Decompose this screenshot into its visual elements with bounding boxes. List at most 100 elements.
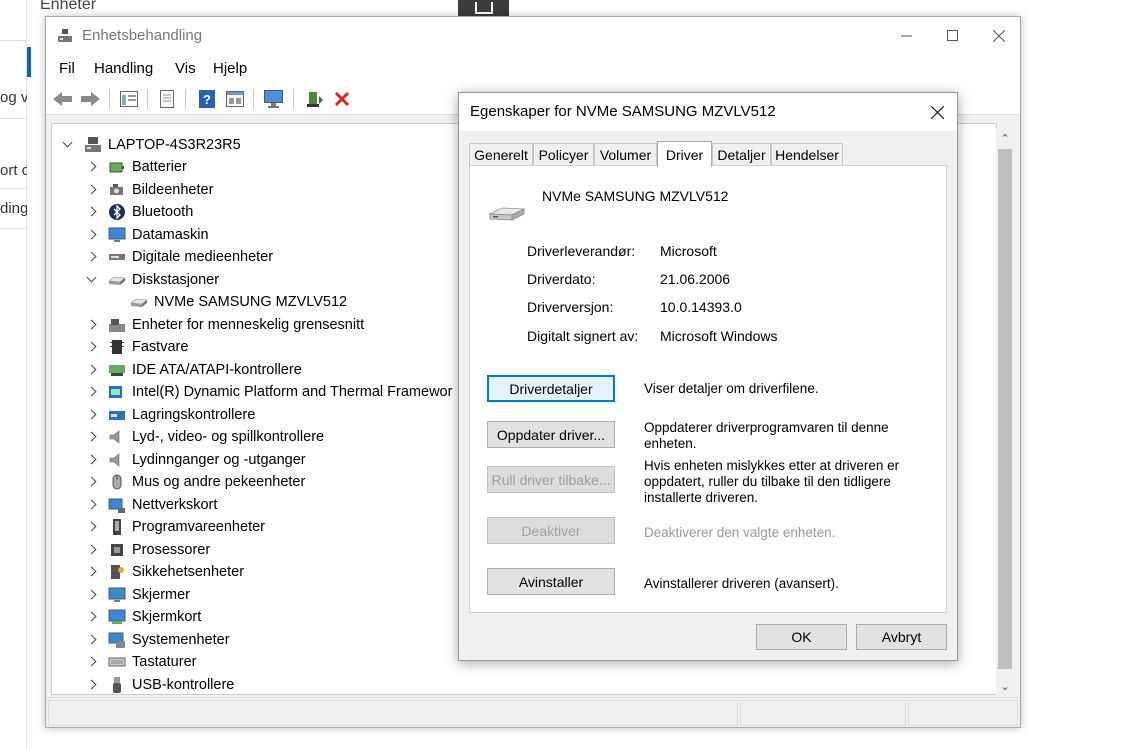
properties-button[interactable] — [156, 89, 178, 109]
disk-drive-icon — [108, 276, 126, 285]
tab-details[interactable]: Detaljer — [712, 143, 771, 166]
scroll-up-icon[interactable]: ⌃ — [996, 129, 1014, 147]
chevron-right-icon[interactable] — [86, 656, 98, 668]
tree-category-item[interactable]: Intel(R) Dynamic Platform and Thermal Fr… — [86, 381, 452, 403]
tree-category-item[interactable]: Skjermer — [86, 584, 190, 606]
background-app-icon[interactable] — [458, 0, 509, 16]
background-text-fragment: ding — [0, 200, 27, 217]
tree-category-item[interactable]: Lyd-, video- og spillkontrollere — [86, 426, 324, 448]
chevron-right-icon[interactable] — [86, 431, 98, 443]
chevron-right-icon[interactable] — [86, 251, 98, 263]
chevron-down-icon[interactable] — [86, 274, 98, 286]
chevron-right-icon[interactable] — [86, 161, 98, 173]
minimize-button[interactable] — [884, 17, 930, 55]
dialog-close-button[interactable] — [917, 93, 957, 131]
scrollbar-thumb[interactable] — [998, 149, 1012, 669]
chevron-right-icon[interactable] — [86, 454, 98, 466]
tree-category-item[interactable]: Bildeenheter — [86, 179, 213, 201]
forward-button[interactable] — [79, 89, 101, 109]
tab-policies[interactable]: Policyer — [533, 143, 594, 166]
chevron-right-icon[interactable] — [86, 476, 98, 488]
tree-category-item[interactable]: Mus og andre pekeenheter — [86, 471, 305, 493]
tree-category-item[interactable]: Datamaskin — [86, 224, 209, 246]
chevron-right-icon[interactable] — [86, 386, 98, 398]
media-device-icon — [109, 254, 125, 260]
roll-back-driver-button[interactable]: Rull driver tilbake... — [487, 466, 615, 493]
chevron-right-icon[interactable] — [86, 611, 98, 623]
chevron-right-icon[interactable] — [86, 544, 98, 556]
menu-help[interactable]: Hjelp — [213, 60, 247, 77]
tree-root[interactable]: LAPTOP-4S3R23R5 — [62, 134, 241, 156]
tree-category-item[interactable]: Batterier — [86, 156, 187, 178]
tree-category-item[interactable]: Skjermkort — [86, 606, 201, 628]
chevron-right-icon[interactable] — [86, 364, 98, 376]
chevron-right-icon[interactable] — [86, 566, 98, 578]
tree-item-label: Bildeenheter — [132, 181, 214, 198]
camera-icon — [110, 183, 123, 195]
chevron-right-icon[interactable] — [86, 634, 98, 646]
tree-scrollbar[interactable]: ⌃ ⌄ — [996, 129, 1014, 695]
tree-category-item[interactable]: Enheter for menneskelig grensesnitt — [86, 314, 364, 336]
cancel-button[interactable]: Avbryt — [856, 624, 947, 650]
show-hide-tree-button[interactable] — [118, 89, 140, 109]
tree-category-item[interactable]: Prosessorer — [86, 539, 210, 561]
dialog-title-bar[interactable]: Egenskaper for NVMe SAMSUNG MZVLV512 — [459, 93, 957, 131]
close-button[interactable] — [976, 17, 1022, 55]
tab-events[interactable]: Hendelser — [771, 143, 843, 166]
tree-item-label: Digitale medieenheter — [132, 249, 274, 265]
update-driver-button[interactable]: Oppdater driver... — [487, 421, 615, 448]
tree-category-item[interactable]: Programvareenheter — [86, 516, 265, 538]
title-bar[interactable]: Enhetsbehandling — [46, 17, 1020, 55]
security-device-icon — [111, 565, 124, 579]
disk-drive-icon — [130, 298, 148, 307]
uninstall-device-button[interactable] — [331, 89, 353, 109]
tree-category-item[interactable]: Systemenheter — [86, 629, 230, 651]
tree-category-item[interactable]: Digitale medieenheter — [86, 246, 273, 268]
tree-category-item[interactable]: USB-kontrollere — [86, 674, 234, 695]
tree-category-item[interactable]: Lagringskontrollere — [86, 404, 255, 426]
chevron-down-icon[interactable] — [62, 139, 74, 151]
menu-file[interactable]: Fil — [59, 60, 75, 77]
chevron-right-icon[interactable] — [86, 341, 98, 353]
disable-device-button[interactable]: Deaktiver — [487, 517, 615, 544]
svg-text:?: ? — [203, 92, 211, 107]
scroll-down-icon[interactable]: ⌄ — [996, 677, 1014, 695]
tree-device-item[interactable]: NVMe SAMSUNG MZVLV512 — [130, 291, 347, 313]
tree-category-item[interactable]: Sikkehetsenheter — [86, 561, 244, 583]
update-driver-button[interactable] — [303, 89, 325, 109]
tree-category-item[interactable]: Fastvare — [86, 336, 188, 358]
chevron-right-icon[interactable] — [86, 521, 98, 533]
uninstall-driver-button[interactable]: Avinstaller — [487, 568, 615, 595]
monitor-icon — [108, 587, 126, 602]
chevron-right-icon[interactable] — [86, 206, 98, 218]
digital-signer-value: Microsoft Windows — [660, 328, 778, 344]
chevron-right-icon[interactable] — [86, 319, 98, 331]
menu-action[interactable]: Handling — [94, 60, 153, 77]
tab-driver[interactable]: Driver — [657, 141, 712, 167]
tree-category-item[interactable]: Diskstasjoner — [86, 269, 219, 291]
chevron-right-icon[interactable] — [86, 589, 98, 601]
tree-category-item[interactable]: Tastaturer — [86, 651, 196, 673]
ok-button[interactable]: OK — [756, 624, 847, 650]
chevron-right-icon[interactable] — [86, 184, 98, 196]
tab-volumes[interactable]: Volumer — [594, 143, 657, 166]
menu-view[interactable]: Vis — [175, 60, 196, 77]
tree-item-label: Fastvare — [132, 339, 189, 355]
view-button[interactable] — [224, 89, 246, 109]
tree-category-item[interactable]: Bluetooth — [86, 201, 193, 223]
chevron-right-icon[interactable] — [86, 229, 98, 241]
help-button[interactable]: ? — [196, 89, 218, 109]
back-button[interactable] — [52, 89, 74, 109]
chevron-right-icon[interactable] — [86, 409, 98, 421]
tree-category-item[interactable]: Lydinnganger og -utganger — [86, 449, 306, 471]
maximize-button[interactable] — [930, 17, 976, 55]
maximize-icon — [947, 30, 958, 41]
scan-hardware-button[interactable] — [263, 89, 285, 109]
chevron-right-icon[interactable] — [86, 679, 98, 691]
status-bar — [46, 697, 1020, 727]
tree-category-item[interactable]: IDE ATA/ATAPI-kontrollere — [86, 359, 302, 381]
tree-category-item[interactable]: Nettverkskort — [86, 494, 217, 516]
tab-general[interactable]: Generelt — [469, 143, 533, 166]
chevron-right-icon[interactable] — [86, 499, 98, 511]
driver-details-button[interactable]: Driverdetaljer — [487, 375, 615, 402]
